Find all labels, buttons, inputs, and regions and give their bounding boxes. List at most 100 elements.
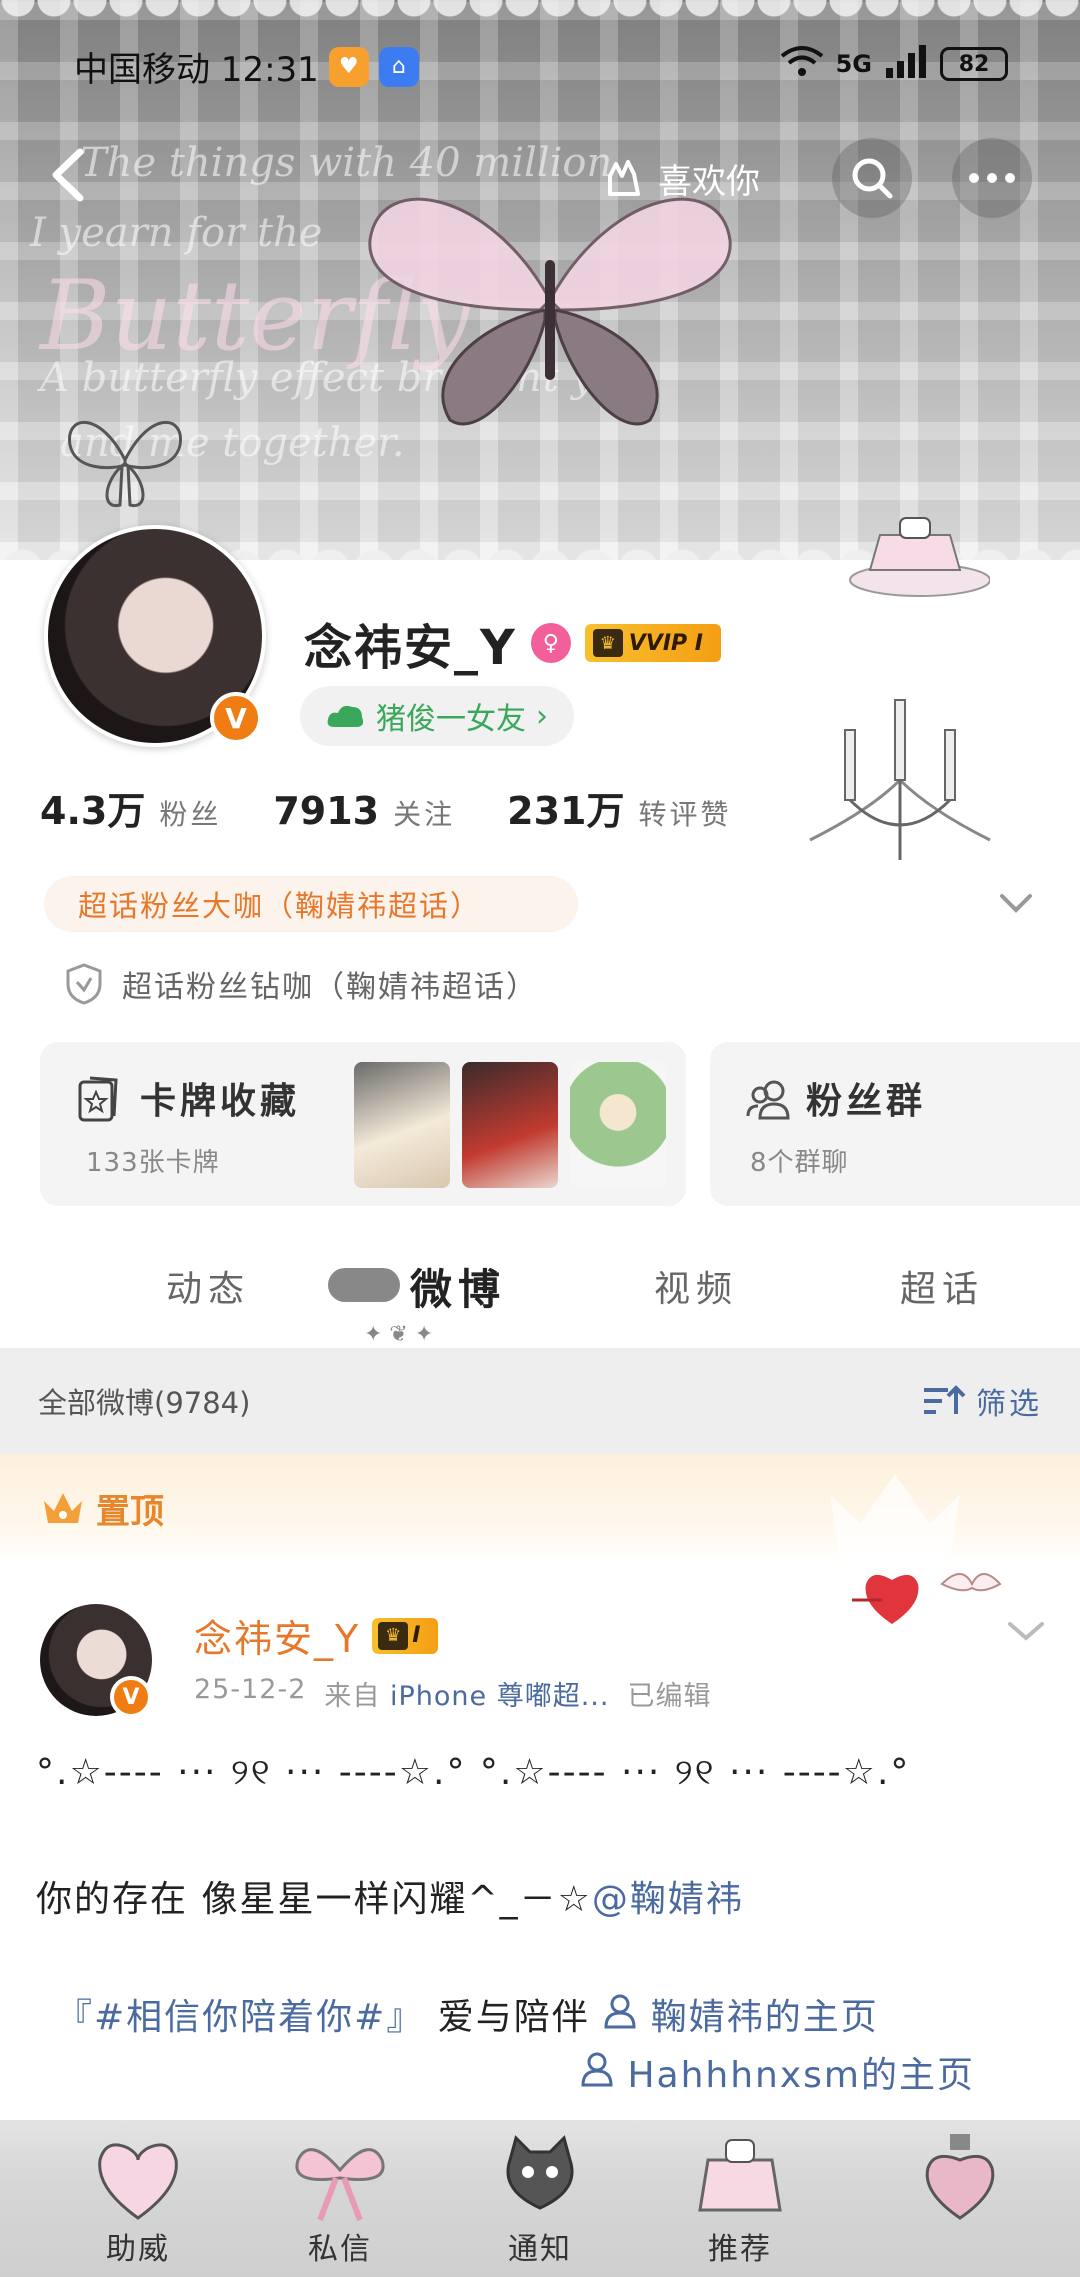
post-text: 你的存在 像星星一样闪耀^_－☆ — [36, 1879, 592, 1920]
nav-label: 私信 — [308, 2232, 372, 2267]
like-you-button[interactable]: 喜欢你 — [584, 146, 776, 210]
fans-pill[interactable]: 猪俊一女友 › — [300, 686, 574, 746]
tab-weibo[interactable]: 微博 — [410, 1256, 506, 1317]
post-mention-link[interactable]: @鞠婧祎 — [592, 1879, 744, 1920]
stat-following[interactable]: 7913 关注 — [273, 789, 455, 833]
tab-super-topic[interactable]: 超话 — [900, 1260, 984, 1312]
filter-button[interactable]: 筛选 — [922, 1379, 1042, 1423]
group-icon — [746, 1080, 790, 1120]
back-button[interactable] — [36, 140, 106, 210]
user-icon — [604, 1994, 636, 2029]
stat-value: 231万 — [507, 789, 625, 833]
card-collection[interactable]: 卡牌收藏 133张卡牌 — [40, 1042, 686, 1206]
status-right: 5G 82 — [780, 44, 1008, 84]
more-button[interactable] — [952, 138, 1032, 218]
post-vip-level: I — [412, 1623, 421, 1648]
tab-dynamic[interactable]: 动态 — [166, 1260, 250, 1312]
status-bar: 中国移动 12:31 ♥ ⌂ 5G 82 — [0, 30, 1080, 100]
post-edited: 已编辑 — [627, 1681, 712, 1712]
nav-item-messages[interactable]: 私信 — [240, 2120, 440, 2277]
super-topic-diamond-tag[interactable]: 超话粉丝钻咖（鞠婧祎超话） — [64, 962, 538, 1006]
banner-script-text: I yearn for the — [30, 210, 323, 256]
chevron-left-icon — [52, 148, 84, 202]
signal-icon — [884, 44, 928, 84]
post-author-row: 念祎安_Y ♛ I — [194, 1608, 439, 1663]
post-text: 爱与陪伴 — [424, 1997, 590, 2038]
post-date: 25-12-2 — [194, 1674, 307, 1705]
crown-icon: ♛ — [378, 1621, 409, 1650]
stat-interactions[interactable]: 231万 转评赞 — [507, 780, 731, 835]
stat-value: 4.3万 — [40, 789, 146, 833]
nav-item-cheer[interactable]: 助威 — [38, 2120, 238, 2277]
card-thumbnail[interactable] — [354, 1062, 450, 1188]
crown-watermark-icon — [830, 1474, 960, 1559]
pinned-label: 置顶 — [96, 1492, 164, 1532]
stat-value: 7913 — [273, 789, 380, 833]
post-vip-badge[interactable]: ♛ I — [372, 1617, 439, 1654]
post-text-line: °.☆---- ··· ୨୧ ··· ----☆.° °.☆---- ··· ୨… — [36, 1752, 911, 1793]
user-icon — [581, 2052, 613, 2087]
status-left: 中国移动 12:31 ♥ ⌂ — [74, 42, 419, 91]
app-notification-icon: ♥ — [328, 46, 369, 87]
post-text-line: Hahhhnxsm的主页 — [580, 2046, 975, 2098]
cake-icon — [698, 2139, 782, 2212]
cake-sticker — [849, 517, 990, 597]
cat-icon — [506, 2135, 574, 2210]
profile-tabs: 动态 微博 ✦ ❦ ✦ 视频 超话 — [0, 1240, 1080, 1350]
nav-item-notifications[interactable]: 通知 — [440, 2120, 640, 2277]
post-source[interactable]: iPhone 尊嘟超... — [390, 1681, 609, 1712]
post-topic-link[interactable]: 『#相信你陪着你#』 — [56, 1997, 424, 2038]
small-butterfly-icon — [68, 421, 182, 507]
post-meta: 25-12-2 来自 iPhone 尊嘟超... 已编辑 — [194, 1674, 711, 1713]
crown-icon: ♛ — [592, 629, 623, 657]
post-menu-chevron-down-icon[interactable] — [1004, 1616, 1048, 1646]
post-profile-link-label: 鞠婧祎的主页 — [650, 1997, 879, 2038]
card-collection-subtitle: 133张卡牌 — [86, 1148, 220, 1178]
nav-label: 助威 — [106, 2232, 170, 2267]
filter-icon — [924, 1385, 966, 1414]
app-market-icon: ⌂ — [378, 46, 419, 87]
search-button[interactable] — [832, 138, 912, 218]
post-text-line: 你的存在 像星星一样闪耀^_－☆@鞠婧祎 — [36, 1870, 744, 1922]
search-icon — [852, 158, 893, 199]
stat-label: 关注 — [393, 798, 456, 831]
fans-pill-label: 猪俊一女友 — [376, 702, 526, 737]
card-thumbnail[interactable] — [462, 1062, 558, 1188]
chandelier-sticker — [809, 699, 991, 860]
vvip-label: VVIP I — [628, 630, 703, 656]
card-fan-group-subtitle: 8个群聊 — [750, 1148, 849, 1178]
verified-badge-icon: V — [110, 1676, 152, 1718]
filter-bar: 全部微博(9784) 筛选 — [0, 1348, 1080, 1454]
super-topic-fan-tag[interactable]: 超话粉丝大咖（鞠婧祎超话） — [44, 876, 578, 932]
stat-fans[interactable]: 4.3万 粉丝 — [40, 780, 221, 835]
profile-name: 念祎安_Y — [304, 620, 517, 676]
post-author-name[interactable]: 念祎安_Y — [194, 1608, 360, 1663]
crown-icon — [44, 1492, 82, 1523]
all-weibo-count[interactable]: 全部微博(9784) — [38, 1380, 250, 1422]
nav-label: 推荐 — [708, 2232, 772, 2267]
nav-item-recommend[interactable]: 推荐 — [640, 2120, 840, 2277]
network-type: 5G — [835, 50, 872, 78]
nav-item-profile[interactable] — [860, 2120, 1060, 2277]
stat-label: 粉丝 — [159, 798, 222, 831]
post-profile-link-label: Hahhhnxsm的主页 — [627, 2055, 975, 2096]
cloud-icon — [327, 705, 364, 727]
card-collection-title: 卡牌收藏 — [140, 1081, 301, 1122]
more-icon — [969, 173, 1015, 183]
post-profile-link[interactable]: Hahhhnxsm的主页 — [580, 2052, 975, 2096]
tab-video[interactable]: 视频 — [654, 1260, 738, 1312]
filter-label: 筛选 — [976, 1387, 1042, 1422]
like-you-label: 喜欢你 — [658, 161, 760, 202]
card-thumbnail[interactable] — [570, 1062, 666, 1188]
cloud-sticker-icon — [328, 1268, 400, 1302]
post-profile-link[interactable]: 鞠婧祎的主页 — [603, 1994, 879, 2038]
vvip-badge[interactable]: ♛ VVIP I — [584, 624, 721, 662]
heart-bow-sticker — [852, 1573, 1002, 1624]
profile-name-row: 念祎安_Y ♀ ♛ VVIP I — [304, 608, 721, 678]
card-fan-group[interactable]: 粉丝群 8个群聊 — [710, 1042, 1080, 1206]
expand-chevron-down-icon[interactable] — [996, 888, 1036, 918]
nav-label: 通知 — [508, 2232, 572, 2267]
post-text-line: 『#相信你陪着你#』 爱与陪伴 鞠婧祎的主页 — [56, 1988, 879, 2040]
battery-indicator: 82 — [940, 47, 1008, 81]
pinned-label-row: 置顶 — [40, 1484, 164, 1533]
